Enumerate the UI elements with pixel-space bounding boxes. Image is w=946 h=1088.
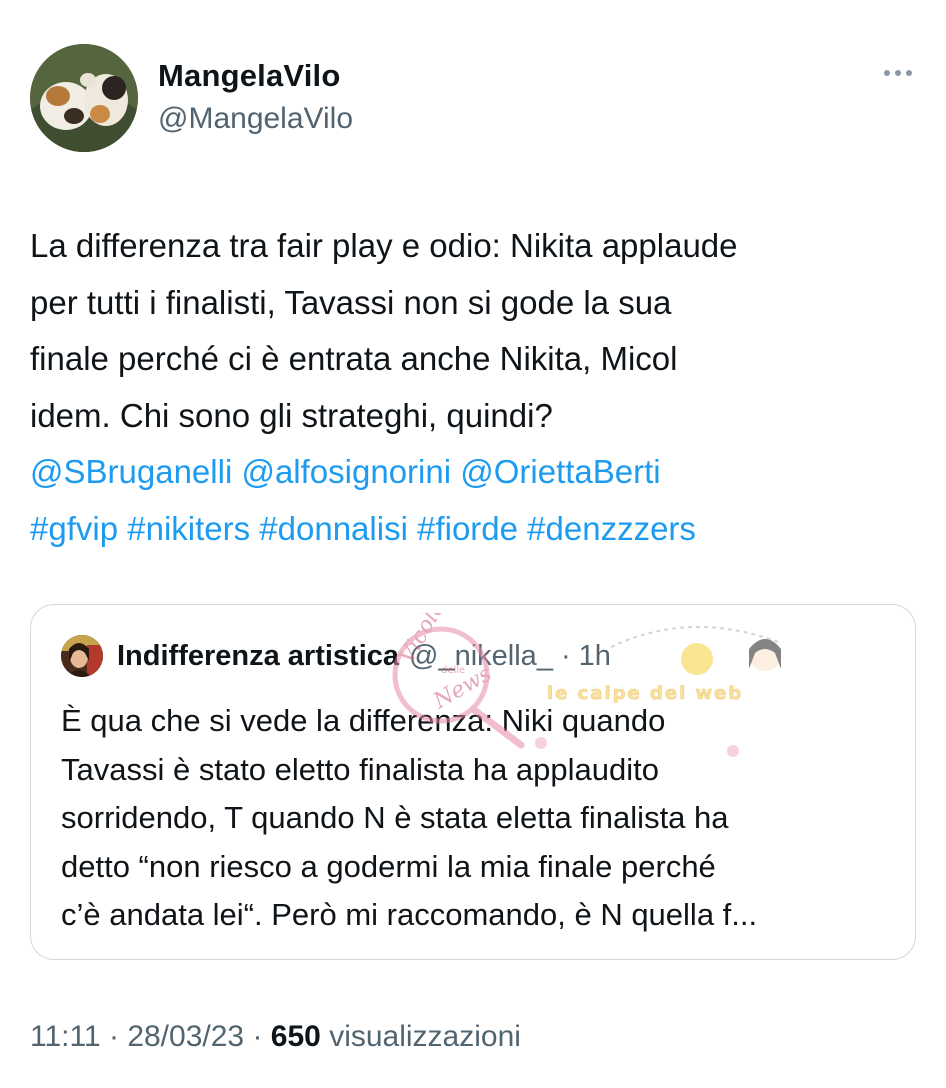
hashtag-link[interactable]: #donnalisi — [259, 510, 408, 547]
hashtag-link[interactable]: #fiorde — [417, 510, 518, 547]
quoted-display-name[interactable]: Indifferenza artistica — [117, 640, 399, 673]
more-dot — [884, 70, 890, 76]
quoted-line: sorridendo, T quando N è stata eletta fi… — [61, 800, 729, 835]
quoted-tweet-card[interactable]: Indifferenza artistica @_nikella_ · 1h È… — [30, 604, 916, 960]
meta-separator: · — [108, 1020, 119, 1053]
quoted-tweet-header: Indifferenza artistica @_nikella_ · 1h — [61, 635, 611, 677]
hashtag-link[interactable]: #nikiters — [127, 510, 250, 547]
meta-separator: · — [252, 1020, 263, 1053]
hashtag-link[interactable]: #denzzzers — [527, 510, 696, 547]
author-avatar[interactable] — [30, 44, 138, 152]
quoted-timestamp[interactable]: 1h — [579, 640, 611, 673]
hashtags-line: #gfvip #nikiters #donnalisi #fiorde #den… — [30, 501, 920, 558]
tweet-line: idem. Chi sono gli strateghi, quindi? — [30, 396, 553, 434]
person-photo-avatar — [61, 635, 103, 677]
emoji-face — [681, 643, 713, 675]
more-dot — [895, 70, 901, 76]
mention-link[interactable]: @OriettaBerti — [460, 453, 660, 490]
tweet-time[interactable]: 11:11 — [30, 1020, 101, 1053]
mention-link[interactable]: @SBruganelli — [30, 453, 232, 490]
tweet-text: La differenza tra fair play e odio: Niki… — [30, 218, 920, 557]
girl-face — [749, 639, 781, 671]
quoted-handle[interactable]: @_nikella_ — [409, 640, 553, 673]
dotted-arc — [610, 626, 782, 648]
more-dot — [906, 70, 912, 76]
mentions-line: @SBruganelli @alfosignorini @OriettaBert… — [30, 444, 920, 501]
tweet-line: per tutti i finalisti, Tavassi non si go… — [30, 283, 672, 321]
views-label: visualizzazioni — [329, 1020, 521, 1053]
tweet-line: finale perché ci è entrata anche Nikita,… — [30, 340, 678, 377]
quoted-author-avatar[interactable] — [61, 635, 103, 677]
quoted-line: detto “non riesco a godermi la mia final… — [61, 848, 716, 884]
mention-link[interactable]: @alfosignorini — [241, 453, 451, 490]
tweet-line: La differenza tra fair play e odio: Niki… — [30, 227, 738, 264]
tweet-date[interactable]: 28/03/23 — [127, 1020, 244, 1053]
girl-hair — [749, 639, 781, 669]
quoted-line: Tavassi è stato eletto finalista ha appl… — [61, 751, 659, 787]
views-count: 650 — [270, 1020, 321, 1053]
more-options-icon[interactable] — [884, 62, 912, 84]
author-handle[interactable]: @MangelaVilo — [158, 102, 353, 136]
hashtag-link[interactable]: #gfvip — [30, 510, 118, 547]
quoted-line: È qua che si vede la differenza: Niki qu… — [61, 703, 666, 738]
author-display-name[interactable]: MangelaVilo — [158, 58, 341, 94]
tweet-meta: 11:11 · 28/03/23 · 650 visualizzazioni — [30, 1020, 521, 1054]
quoted-separator: · — [560, 639, 571, 672]
quoted-line: c’è andata lei“. Però mi raccomando, è N… — [61, 897, 758, 932]
quoted-tweet-text: È qua che si vede la differenza: Niki qu… — [61, 697, 891, 940]
cats-photo-avatar — [30, 44, 138, 152]
